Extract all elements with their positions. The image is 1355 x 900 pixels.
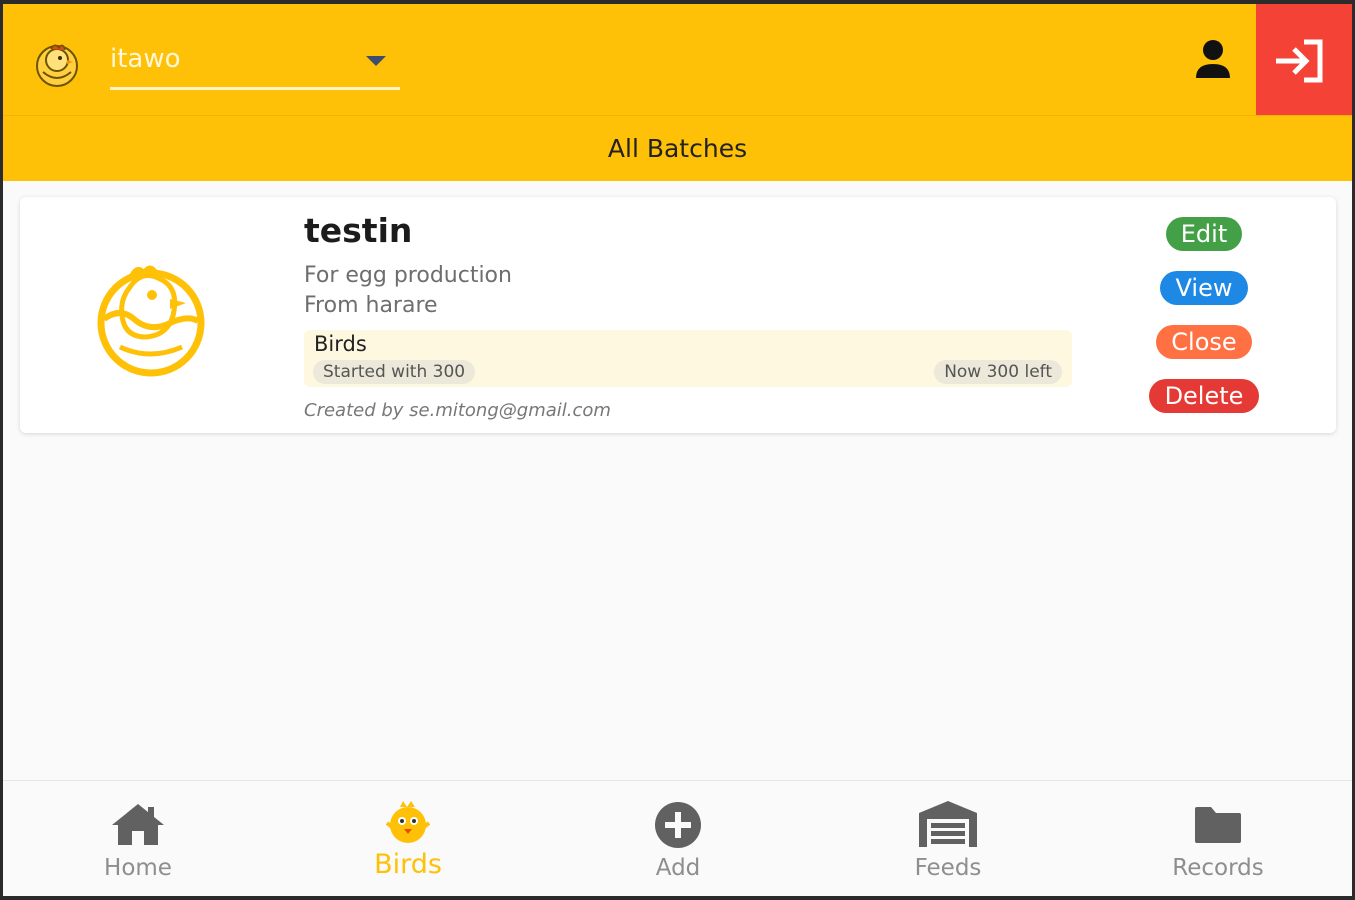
caret-down-icon xyxy=(366,56,386,66)
logout-button[interactable] xyxy=(1256,4,1352,115)
birds-summary: Birds Started with 300 Now 300 left xyxy=(304,330,1072,387)
nav-item-birds[interactable]: Birds xyxy=(273,781,543,896)
profile-button[interactable] xyxy=(1193,38,1233,82)
nav-label-add: Add xyxy=(655,855,701,881)
batch-name: testin xyxy=(304,211,413,250)
nav-label-feeds: Feeds xyxy=(914,855,982,881)
view-button[interactable]: View xyxy=(1160,271,1248,305)
created-by: Created by se.mitong@gmail.com xyxy=(304,400,611,421)
nav-item-add[interactable]: Add xyxy=(543,781,813,896)
top-app-bar: itawo xyxy=(3,4,1352,115)
batch-card: testin For egg production From harare Bi… xyxy=(20,197,1336,433)
page-title-bar: All Batches xyxy=(3,115,1352,181)
person-icon xyxy=(1196,40,1230,78)
birds-label: Birds xyxy=(314,332,367,356)
chicken-logo-icon xyxy=(36,44,78,87)
nav-label-birds: Birds xyxy=(374,849,442,880)
delete-button[interactable]: Delete xyxy=(1149,379,1259,413)
nav-item-feeds[interactable]: Feeds xyxy=(813,781,1083,896)
login-arrow-icon xyxy=(1276,39,1323,83)
farm-select[interactable]: itawo xyxy=(110,40,400,90)
page-title: All Batches xyxy=(607,134,748,163)
chick-icon xyxy=(385,801,431,843)
batch-purpose: For egg production xyxy=(304,263,512,288)
nav-label-home: Home xyxy=(104,855,172,881)
batch-origin: From harare xyxy=(304,293,438,318)
nav-item-records[interactable]: Records xyxy=(1083,781,1352,896)
close-button[interactable]: Close xyxy=(1156,325,1252,359)
birds-left-chip: Now 300 left xyxy=(934,360,1062,384)
nav-item-home[interactable]: Home xyxy=(3,781,273,896)
app-frame: itawo All Batches testin For egg product… xyxy=(3,4,1352,896)
chicken-emblem-icon xyxy=(97,265,205,377)
home-icon xyxy=(112,804,164,845)
folder-icon xyxy=(1195,807,1241,843)
warehouse-icon xyxy=(919,801,977,847)
add-circle-icon xyxy=(655,802,701,848)
nav-label-records: Records xyxy=(1172,855,1264,881)
started-with-chip: Started with 300 xyxy=(313,360,476,384)
edit-button[interactable]: Edit xyxy=(1166,217,1242,251)
farm-select-value: itawo xyxy=(110,44,181,74)
bottom-navigation: Home Birds Add Feeds Records xyxy=(3,780,1352,896)
